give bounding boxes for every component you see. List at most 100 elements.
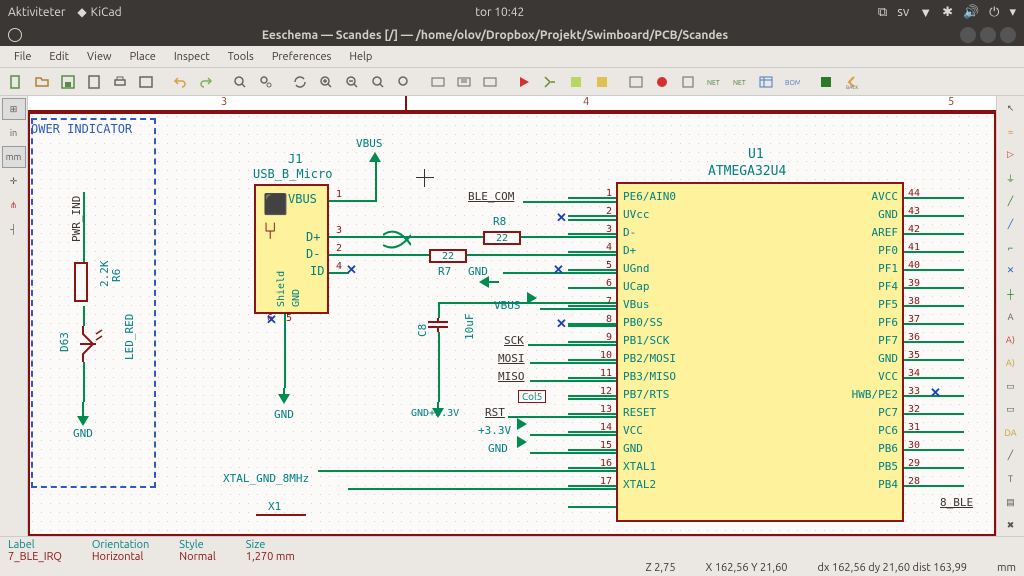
place-bus-icon[interactable]: ╱ bbox=[999, 214, 1023, 235]
new-icon[interactable] bbox=[4, 71, 28, 93]
cursor-crosshair bbox=[416, 169, 434, 187]
schematic-canvas[interactable]: 3 4 5 OWER INDICATOR PWR_IND 2.2K R6 D63… bbox=[28, 96, 996, 536]
window-title: Eeschema — Scandes [/] — /home/olov/Drop… bbox=[30, 29, 960, 42]
edit-fields-icon[interactable] bbox=[754, 71, 778, 93]
right-toolbar: ↖ ≈ ▷ ⏚ ╱ ╱ ⌐ ✕ ┼ A A⟩ A⟩ ▭ ▭ DA ╱ T ▤ ✖ bbox=[996, 96, 1024, 536]
block-title: OWER INDICATOR bbox=[31, 122, 132, 136]
place-hlabel-icon[interactable]: A⟩ bbox=[999, 353, 1023, 374]
window-close[interactable] bbox=[1000, 27, 1016, 43]
window-titlebar: Eeschema — Scandes [/] — /home/olov/Drop… bbox=[0, 24, 1024, 46]
navigate2-icon[interactable] bbox=[452, 71, 476, 93]
dropbox-icon[interactable]: ⧉ bbox=[878, 5, 887, 20]
svg-text:BOM: BOM bbox=[785, 79, 800, 87]
j1-val: USB_B_Micro bbox=[253, 167, 332, 181]
select-icon[interactable]: ↖ bbox=[999, 98, 1023, 119]
units-in[interactable]: in bbox=[2, 122, 26, 144]
place-busentry-icon[interactable]: ⌐ bbox=[999, 237, 1023, 258]
svg-text:NET: NET bbox=[733, 79, 746, 87]
erc-icon[interactable] bbox=[650, 71, 674, 93]
desktop-clock: tor 10:42 bbox=[122, 6, 878, 19]
netlist-icon[interactable]: NET bbox=[702, 71, 726, 93]
zoomout-icon[interactable] bbox=[340, 71, 364, 93]
libbrowse-icon[interactable] bbox=[564, 71, 588, 93]
r6 bbox=[74, 262, 88, 302]
menu-tools[interactable]: Tools bbox=[220, 49, 262, 65]
svg-text:NET: NET bbox=[707, 79, 720, 87]
place-line-icon[interactable]: ╱ bbox=[999, 445, 1023, 466]
r8: 22 bbox=[483, 231, 521, 245]
svg-text:BACK: BACK bbox=[846, 84, 858, 90]
u1-val: ATMEGA32U4 bbox=[708, 164, 786, 179]
delete-icon[interactable]: ✖ bbox=[999, 515, 1023, 536]
left-toolbar: ⊞ in mm ✛ ⋔ ┤ bbox=[0, 96, 28, 536]
navigate3-icon[interactable] bbox=[478, 71, 502, 93]
window-app-icon bbox=[8, 28, 22, 42]
find-icon[interactable] bbox=[228, 71, 252, 93]
wire-shape-icon[interactable]: ┤ bbox=[2, 218, 26, 240]
annotate-icon[interactable] bbox=[624, 71, 648, 93]
canvas-content: OWER INDICATOR PWR_IND 2.2K R6 D63 LED_R… bbox=[28, 112, 996, 536]
place-sheet-icon[interactable]: ▭ bbox=[999, 376, 1023, 397]
grid-icon[interactable]: ⊞ bbox=[2, 98, 26, 120]
place-label-icon[interactable]: A bbox=[999, 306, 1023, 327]
plot-icon[interactable] bbox=[134, 71, 158, 93]
undo-icon[interactable] bbox=[168, 71, 192, 93]
hidden-pins-icon[interactable]: ⋔ bbox=[2, 194, 26, 216]
place-image-icon[interactable]: ▤ bbox=[999, 492, 1023, 513]
place-junction-icon[interactable]: ┼ bbox=[999, 283, 1023, 304]
open-icon[interactable] bbox=[30, 71, 54, 93]
libedit-icon[interactable] bbox=[538, 71, 562, 93]
place-comp-icon[interactable]: ▷ bbox=[999, 144, 1023, 165]
menu-place[interactable]: Place bbox=[122, 49, 164, 65]
place-glabel-icon[interactable]: A⟩ bbox=[999, 330, 1023, 351]
run-icon[interactable] bbox=[512, 71, 536, 93]
menu-edit[interactable]: Edit bbox=[41, 49, 77, 65]
main-toolbar: NET NET BOM BACK bbox=[0, 68, 1024, 96]
import-sheet-icon[interactable]: ▭ bbox=[999, 399, 1023, 420]
netlist2-icon[interactable]: NET bbox=[728, 71, 752, 93]
zoomfit-icon[interactable] bbox=[366, 71, 390, 93]
window-maximize[interactable] bbox=[980, 27, 996, 43]
r7: 22 bbox=[429, 249, 467, 263]
app-menu[interactable]: ◆KiCad bbox=[77, 5, 121, 19]
menu-preferences[interactable]: Preferences bbox=[264, 49, 340, 65]
pwrind-label: PWR_IND bbox=[70, 196, 83, 242]
status-bar: Label7_BLE_IRQ OrientationHorizontal Sty… bbox=[0, 536, 1024, 576]
footprint-icon[interactable] bbox=[590, 71, 614, 93]
desktop-topbar: Aktiviteter ◆KiCad tor 10:42 ⧉ sv ▼ ✱ 🔊 … bbox=[0, 0, 1024, 24]
refresh-icon[interactable] bbox=[288, 71, 312, 93]
print-icon[interactable] bbox=[108, 71, 132, 93]
place-noconn-icon[interactable]: ✕ bbox=[999, 260, 1023, 281]
menu-view[interactable]: View bbox=[79, 49, 120, 65]
zoomsel-icon[interactable] bbox=[392, 71, 416, 93]
replace-icon[interactable] bbox=[254, 71, 278, 93]
zoomin-icon[interactable] bbox=[314, 71, 338, 93]
window-minimize[interactable] bbox=[960, 27, 976, 43]
navigate1-icon[interactable] bbox=[426, 71, 450, 93]
highlight-icon[interactable]: ≈ bbox=[999, 121, 1023, 142]
save-icon[interactable] bbox=[56, 71, 80, 93]
menu-help[interactable]: Help bbox=[341, 49, 380, 65]
place-sheetpin-icon[interactable]: DA bbox=[999, 422, 1023, 443]
menu-inspect[interactable]: Inspect bbox=[166, 49, 218, 65]
assign-icon[interactable] bbox=[676, 71, 700, 93]
lang-indicator[interactable]: sv bbox=[897, 5, 909, 19]
bluetooth-icon[interactable]: ✱ bbox=[942, 5, 953, 20]
menu-file[interactable]: File bbox=[6, 49, 39, 65]
power-icon[interactable]: ⏻ bbox=[989, 5, 999, 20]
units-mm[interactable]: mm bbox=[2, 146, 26, 168]
pcb-icon[interactable] bbox=[814, 71, 838, 93]
place-wire-icon[interactable]: ╱ bbox=[999, 191, 1023, 212]
place-power-icon[interactable]: ⏚ bbox=[999, 167, 1023, 188]
bom-icon[interactable]: BOM bbox=[780, 71, 804, 93]
down-icon[interactable]: ▼ bbox=[919, 5, 932, 20]
menu-bar: File Edit View Place Inspect Tools Prefe… bbox=[0, 46, 1024, 68]
cursor-icon[interactable]: ✛ bbox=[2, 170, 26, 192]
volume-icon[interactable]: 🔊 bbox=[963, 5, 979, 20]
redo-icon[interactable] bbox=[194, 71, 218, 93]
activities-button[interactable]: Aktiviteter bbox=[8, 6, 65, 19]
place-text-icon[interactable]: T bbox=[999, 469, 1023, 490]
page-icon[interactable] bbox=[82, 71, 106, 93]
back-icon[interactable]: BACK bbox=[840, 71, 864, 93]
down-icon[interactable]: ▾ bbox=[1009, 5, 1016, 20]
